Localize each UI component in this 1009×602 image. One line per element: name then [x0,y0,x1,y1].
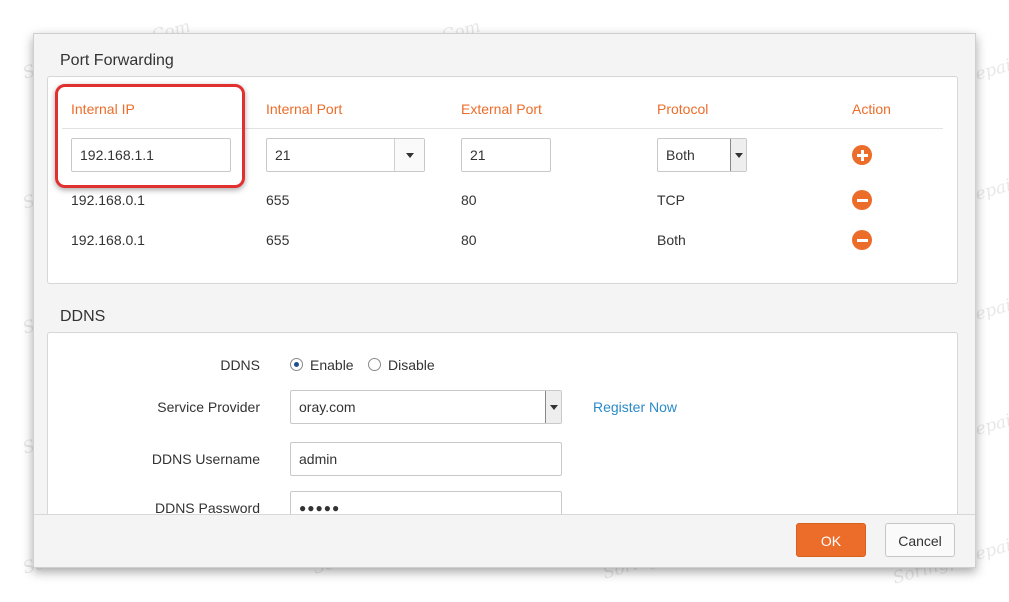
row-internal-ip: 192.168.0.1 [71,192,145,208]
ddns-label: DDNS [220,357,260,373]
ddns-enable-label[interactable]: Enable [310,357,354,373]
header-action: Action [852,101,891,117]
row-protocol: TCP [657,192,685,208]
register-now-link[interactable]: Register Now [593,399,677,415]
add-rule-button[interactable] [852,145,872,165]
row-protocol: Both [657,232,686,248]
ddns-username-label: DDNS Username [151,451,260,467]
header-external-port: External Port [461,101,542,117]
ddns-disable-radio[interactable] [368,358,381,371]
remove-rule-button[interactable] [852,190,872,210]
row-internal-port: 655 [266,232,290,248]
chevron-down-icon[interactable] [730,139,746,171]
router-settings-dialog: Port Forwarding Internal IP Internal Por… [33,33,976,568]
service-provider-label: Service Provider [157,399,260,415]
external-port-input[interactable]: 21 [461,138,551,172]
ddns-username-input[interactable]: admin [290,442,562,476]
row-external-port: 80 [461,192,477,208]
highlight-annotation [55,84,245,188]
header-internal-port: Internal Port [266,101,343,117]
remove-rule-button[interactable] [852,230,872,250]
ddns-title: DDNS [60,308,106,325]
internal-port-value: 21 [275,147,291,163]
minus-circle-icon [856,238,868,242]
protocol-select[interactable]: Both [657,138,747,172]
ddns-enable-radio[interactable] [290,358,303,371]
row-external-port: 80 [461,232,477,248]
chevron-down-icon[interactable] [545,391,561,423]
service-provider-select[interactable]: oray.com [290,390,562,424]
port-forwarding-title: Port Forwarding [60,52,174,69]
internal-port-select[interactable]: 21 [266,138,425,172]
row-internal-ip: 192.168.0.1 [71,232,145,248]
dialog-footer: OK Cancel [34,514,975,567]
cancel-button[interactable]: Cancel [885,523,955,557]
protocol-value: Both [666,147,695,163]
row-internal-port: 655 [266,192,290,208]
ddns-disable-label[interactable]: Disable [388,357,435,373]
service-provider-value: oray.com [299,399,356,415]
header-protocol: Protocol [657,101,709,117]
ok-button[interactable]: OK [796,523,866,557]
chevron-down-icon[interactable] [394,139,424,171]
minus-circle-icon [856,198,868,202]
